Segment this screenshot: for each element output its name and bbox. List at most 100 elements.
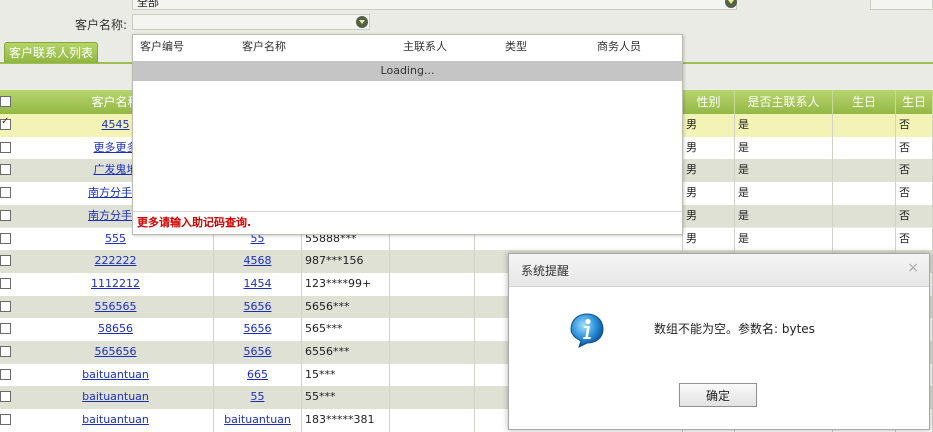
phone-cell: 987***156 bbox=[302, 250, 390, 273]
customer-name-cell: baituantuan bbox=[18, 409, 214, 432]
row-checkbox[interactable] bbox=[0, 255, 11, 267]
customer-name-cell-link[interactable]: 565656 bbox=[95, 345, 137, 358]
customer-code-cell-link[interactable]: 665 bbox=[247, 368, 268, 381]
customer-name-cell-link[interactable]: baituantuan bbox=[82, 390, 149, 403]
row-checkbox[interactable] bbox=[0, 391, 11, 403]
empty-cell bbox=[390, 341, 475, 364]
dropdown-col-name: 客户名称 bbox=[242, 40, 286, 53]
birthday-cell bbox=[833, 227, 896, 251]
phone-cell: 123****99+ bbox=[302, 272, 390, 296]
gender-cell: 男 bbox=[683, 159, 735, 183]
birthday-cell bbox=[833, 159, 896, 183]
customer-name-cell-link[interactable]: 更多更多 bbox=[94, 141, 138, 154]
row-checkbox[interactable] bbox=[0, 187, 11, 199]
customer-name-cell: 222222 bbox=[18, 250, 214, 273]
dropdown-col-sales: 商务人员 bbox=[597, 40, 641, 53]
empty-cell bbox=[390, 295, 475, 319]
customer-code-cell: 665 bbox=[214, 363, 302, 387]
tab-customer-contacts[interactable]: 客户联系人列表 bbox=[4, 42, 99, 63]
gender-cell: 男 bbox=[683, 204, 735, 228]
customer-name-cell-link[interactable]: 58656 bbox=[98, 322, 133, 335]
empty-cell bbox=[390, 318, 475, 341]
dropdown-col-code: 客户编号 bbox=[140, 40, 184, 53]
phone-cell: 565*** bbox=[302, 318, 390, 341]
row-checkbox[interactable] bbox=[0, 209, 11, 221]
empty-cell bbox=[390, 272, 475, 296]
customer-code-cell-link[interactable]: 55 bbox=[251, 390, 265, 403]
customer-name-cell-link[interactable]: 222222 bbox=[95, 254, 137, 267]
gender-cell: 男 bbox=[683, 114, 735, 137]
is-primary-cell: 是 bbox=[735, 182, 833, 205]
customer-code-cell: 5656 bbox=[214, 318, 302, 341]
customer-code-cell: 4568 bbox=[214, 250, 302, 273]
customer-name-cell-link[interactable]: baituantuan bbox=[82, 368, 149, 381]
col-birthday[interactable]: 生日 bbox=[833, 90, 896, 114]
row-checkbox[interactable] bbox=[0, 164, 11, 176]
gender-cell: 男 bbox=[683, 136, 735, 160]
row-checkbox[interactable] bbox=[0, 232, 11, 244]
customer-name-cell-link[interactable]: 1112212 bbox=[91, 277, 140, 290]
customer-name-cell: 58656 bbox=[18, 318, 214, 341]
flag-cell: 否 bbox=[896, 159, 933, 183]
empty-cell bbox=[390, 250, 475, 273]
customer-code-cell-link[interactable]: 5656 bbox=[244, 322, 272, 335]
phone-cell: 6556*** bbox=[302, 341, 390, 364]
customer-name-cell-link[interactable]: 4545 bbox=[102, 118, 130, 131]
is-primary-cell: 是 bbox=[735, 159, 833, 183]
row-checkbox[interactable] bbox=[0, 277, 11, 289]
close-icon[interactable]: × bbox=[907, 260, 919, 276]
customer-dropdown-panel: 客户编号 客户名称 主联系人 类型 商务人员 Loading... 更多请输入助… bbox=[132, 34, 683, 235]
is-primary-cell: 是 bbox=[735, 136, 833, 160]
loading-indicator: Loading... bbox=[133, 61, 682, 81]
customer-code-cell-link[interactable]: 4568 bbox=[244, 254, 272, 267]
customer-code-cell-link[interactable]: 5656 bbox=[244, 300, 272, 313]
is-primary-cell: 是 bbox=[735, 204, 833, 228]
info-icon bbox=[570, 313, 604, 348]
birthday-cell bbox=[833, 204, 896, 228]
region-select-value: 全部 bbox=[137, 0, 159, 9]
system-alert-dialog: 系统提醒 × 数组不能为空。参数名: bytes 确定 bbox=[508, 253, 930, 430]
select-all-checkbox[interactable] bbox=[0, 96, 11, 107]
birthday-cell bbox=[833, 136, 896, 160]
phone-cell: 15*** bbox=[302, 363, 390, 387]
row-checkbox[interactable] bbox=[0, 323, 11, 335]
customer-name-cell: baituantuan bbox=[18, 363, 214, 387]
customer-name-cell-link[interactable]: 广发鬼地 bbox=[94, 163, 138, 176]
is-primary-cell: 是 bbox=[735, 227, 833, 251]
customer-name-cell-link[interactable]: 555 bbox=[105, 232, 126, 245]
col-is-primary[interactable]: 是否主联系人 bbox=[735, 90, 833, 114]
row-checkbox[interactable] bbox=[0, 300, 11, 312]
is-primary-cell: 是 bbox=[735, 114, 833, 137]
flag-cell: 否 bbox=[896, 114, 933, 137]
ok-button[interactable]: 确定 bbox=[679, 383, 757, 407]
customer-code-cell-link[interactable]: 5656 bbox=[244, 345, 272, 358]
region-select[interactable]: 全部 bbox=[132, 0, 737, 10]
phone-field[interactable] bbox=[870, 0, 933, 10]
chevron-down-icon[interactable] bbox=[356, 16, 368, 28]
customer-name-cell: 556565 bbox=[18, 295, 214, 319]
dropdown-hint: 更多请输入助记码查询. bbox=[133, 211, 682, 233]
dropdown-col-contact: 主联系人 bbox=[403, 40, 447, 53]
flag-cell: 否 bbox=[896, 227, 933, 251]
customer-code-cell: baituantuan bbox=[214, 409, 302, 432]
dialog-titlebar: 系统提醒 × bbox=[509, 254, 929, 287]
row-checkbox[interactable] bbox=[0, 368, 11, 380]
filter-area: 全部 客户名称: bbox=[0, 0, 933, 36]
customer-code-cell-link[interactable]: 1454 bbox=[244, 277, 272, 290]
row-checkbox[interactable] bbox=[0, 116, 11, 130]
customer-name-input[interactable] bbox=[132, 14, 370, 30]
col-birthday-2[interactable]: 生日 bbox=[896, 90, 933, 114]
flag-cell: 否 bbox=[896, 204, 933, 228]
empty-cell bbox=[390, 409, 475, 432]
flag-cell: 否 bbox=[896, 136, 933, 160]
flag-cell: 否 bbox=[896, 182, 933, 205]
customer-code-cell: 55 bbox=[214, 386, 302, 410]
col-gender[interactable]: 性别 bbox=[683, 90, 735, 114]
row-checkbox[interactable] bbox=[0, 141, 11, 153]
customer-name-cell-link[interactable]: 556565 bbox=[95, 300, 137, 313]
row-checkbox[interactable] bbox=[0, 346, 11, 357]
dropdown-col-type: 类型 bbox=[505, 40, 527, 53]
customer-name-cell: baituantuan bbox=[18, 386, 214, 410]
empty-cell bbox=[390, 363, 475, 387]
customer-code-cell: 5656 bbox=[214, 295, 302, 319]
